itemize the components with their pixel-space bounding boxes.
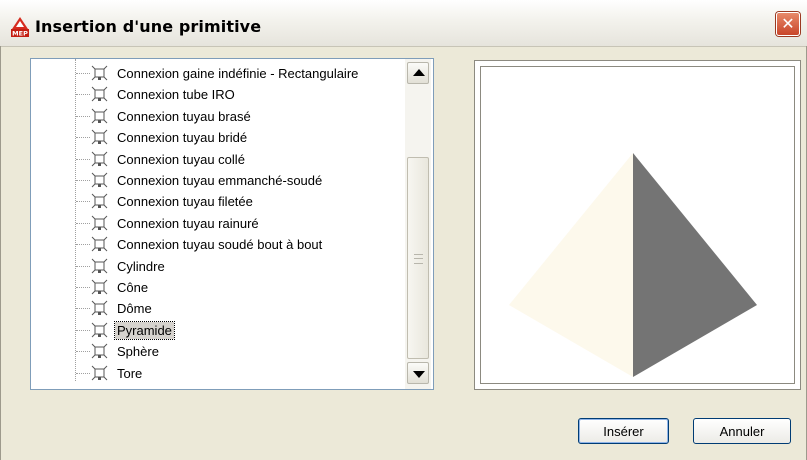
cancel-button[interactable]: Annuler	[693, 418, 791, 444]
tree-connector	[76, 308, 90, 310]
tree-connector	[76, 137, 90, 139]
tree-item-label: Tore	[117, 365, 143, 381]
tree-item[interactable]: Connexion tuyau filetée	[31, 191, 403, 212]
scroll-down-button[interactable]	[407, 362, 429, 384]
window-border-left	[0, 46, 1, 460]
primitive-node-icon	[91, 65, 108, 81]
tree-item-label: Connexion tube IRO	[117, 87, 235, 103]
tree-item[interactable]: Sphère	[31, 341, 403, 362]
primitive-node-icon	[91, 87, 108, 102]
tree-item-label: Sphère	[117, 344, 159, 360]
insert-button[interactable]: Insérer	[578, 418, 669, 444]
tree-item-label: Connexion tuyau collé	[117, 151, 245, 167]
tree-item-label: Connexion tuyau emmanché-soudé	[117, 173, 323, 188]
tree-item[interactable]: Connexion tuyau brasé	[31, 106, 403, 127]
tree-item-label: Connexion tuyau rainuré	[117, 215, 259, 231]
primitive-node-icon	[91, 322, 108, 338]
tree-connector	[76, 287, 90, 288]
tree-connector	[76, 180, 90, 181]
tree-connector	[76, 265, 90, 267]
close-button[interactable]: ✕	[776, 12, 800, 36]
primitive-node-icon	[91, 365, 108, 380]
tree-item[interactable]: Cylindre	[31, 256, 403, 277]
arrow-up-icon	[413, 69, 425, 76]
primitive-node-icon	[91, 129, 108, 145]
tree-connector	[76, 73, 90, 74]
primitive-node-icon	[91, 236, 108, 252]
dialog-window: MEP Insertion d'une primitive ✕ Connexio…	[0, 0, 807, 460]
primitive-node-icon	[91, 258, 108, 273]
tree-item[interactable]: Connexion gaine indéfinie - Rectangulair…	[31, 63, 403, 84]
primitive-node-icon	[91, 194, 108, 209]
tree-connector	[76, 222, 90, 224]
tree-item[interactable]: Connexion tuyau rainuré	[31, 213, 403, 234]
tree-item[interactable]: Connexion tube IRO	[31, 84, 403, 105]
tree-item-label: Connexion tuyau brasé	[117, 108, 251, 124]
tree-item[interactable]: Connexion tuyau collé	[31, 149, 403, 170]
svg-text:MEP: MEP	[12, 30, 28, 38]
primitive-node-icon	[91, 172, 108, 188]
tree-item-label: Pyramide	[114, 320, 175, 340]
tree-connector	[76, 351, 90, 353]
tree-item-label: Dôme	[117, 301, 152, 317]
tree-item[interactable]: Connexion tuyau emmanché-soudé	[31, 170, 403, 191]
tree-item-label: Connexion tuyau bridé	[117, 130, 248, 146]
arrow-down-icon	[413, 371, 425, 378]
dialog-title: Insertion d'une primitive	[35, 17, 262, 36]
tree-item[interactable]: Tore	[31, 363, 403, 384]
tree-item-label: Connexion tuyau soudé bout à bout	[117, 237, 323, 253]
vertical-scrollbar[interactable]	[405, 59, 431, 389]
tree-item-label: Cylindre	[117, 258, 165, 274]
tree-connector	[76, 244, 90, 246]
pyramid-preview	[509, 153, 757, 377]
tree-connector	[76, 94, 90, 96]
tree-connector	[76, 201, 90, 203]
primitive-node-icon	[91, 279, 108, 295]
tree-connector	[76, 158, 90, 160]
tree-item[interactable]: Dôme	[31, 298, 403, 319]
tree-connector	[76, 115, 90, 117]
title-bar[interactable]: MEP Insertion d'une primitive ✕	[0, 0, 807, 47]
scroll-thumb[interactable]	[407, 157, 429, 359]
tree-connector	[76, 372, 90, 374]
primitive-node-icon	[91, 301, 108, 316]
primitive-node-icon	[91, 215, 108, 231]
primitive-node-icon	[91, 343, 108, 359]
primitive-node-icon	[91, 108, 108, 124]
pyramid-dark-face	[633, 153, 757, 377]
pyramid-light-face	[509, 153, 633, 377]
preview-canvas	[480, 66, 795, 384]
grip-icon	[414, 254, 423, 264]
tree-item-label: Cône	[117, 280, 149, 295]
autocad-mep-icon: MEP	[11, 17, 29, 37]
primitive-node-icon	[91, 151, 108, 166]
preview-panel	[474, 60, 801, 390]
tree-item[interactable]: Connexion tuyau soudé bout à bout	[31, 234, 403, 255]
scroll-up-button[interactable]	[407, 62, 429, 84]
tree-item-label: Connexion gaine indéfinie - Rectangulair…	[117, 66, 359, 81]
tree-item[interactable]: Cône	[31, 277, 403, 298]
tree-connector	[76, 329, 90, 331]
close-icon: ✕	[781, 14, 795, 33]
primitive-tree-list[interactable]: Connexion gaine indéfinie - Rectangulair…	[30, 58, 434, 390]
tree-item[interactable]: Pyramide	[31, 320, 403, 341]
tree-item-label: Connexion tuyau filetée	[117, 194, 253, 210]
tree-item[interactable]: Connexion tuyau bridé	[31, 127, 403, 148]
